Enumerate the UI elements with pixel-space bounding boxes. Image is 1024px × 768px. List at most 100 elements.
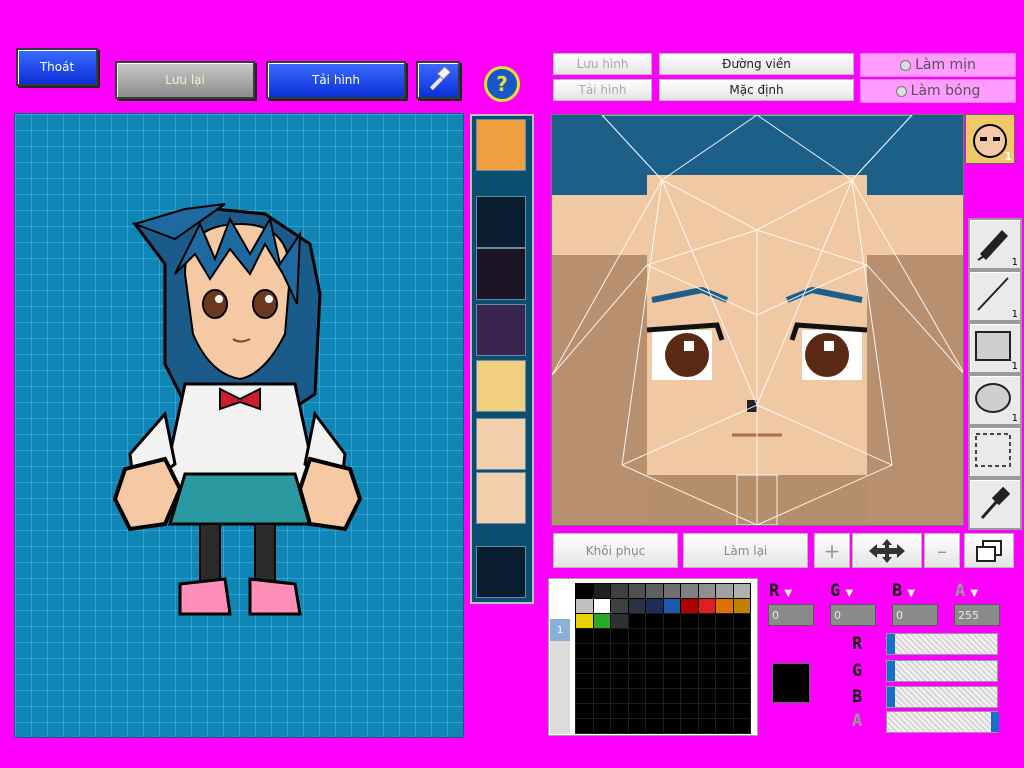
channel-g-input[interactable]: 0 [830, 604, 876, 626]
palette-swatch[interactable] [732, 613, 751, 629]
palette-swatch[interactable] [593, 599, 610, 613]
palette-swatch[interactable] [698, 584, 715, 598]
move-button[interactable] [852, 533, 922, 568]
palette-swatch[interactable] [662, 643, 681, 659]
palette-swatch[interactable] [697, 613, 716, 629]
channel-r-header[interactable]: R ▼ [769, 581, 819, 601]
palette-swatch[interactable] [576, 584, 593, 598]
palette-swatch[interactable] [592, 703, 611, 719]
palette-swatch[interactable] [732, 718, 751, 734]
slider-r[interactable] [886, 633, 998, 655]
help-button[interactable]: ? [484, 66, 520, 102]
palette-swatch[interactable] [662, 688, 681, 704]
palette-swatch[interactable] [628, 584, 645, 598]
palette-swatch[interactable] [680, 643, 699, 659]
selection-tool[interactable] [968, 426, 1022, 478]
rectangle-tool[interactable]: 1 [968, 322, 1022, 374]
channel-g-header[interactable]: G ▼ [830, 581, 880, 601]
palette-swatch[interactable] [576, 614, 593, 628]
palette-swatch[interactable] [662, 628, 681, 644]
palette-swatch[interactable] [662, 673, 681, 689]
palette-swatch[interactable] [732, 673, 751, 689]
palette-swatch[interactable] [627, 658, 646, 674]
line-tool[interactable]: 1 [968, 270, 1022, 322]
parts-list[interactable] [470, 114, 534, 604]
outline-button[interactable]: Đường viền [659, 53, 854, 75]
palette-swatch[interactable] [592, 673, 611, 689]
palette-swatch[interactable] [732, 688, 751, 704]
palette-swatch[interactable] [662, 718, 681, 734]
ellipse-tool[interactable]: 1 [968, 374, 1022, 426]
palette-swatch[interactable] [715, 613, 734, 629]
palette-swatch[interactable] [645, 613, 664, 629]
palette-swatch[interactable] [697, 628, 716, 644]
texture-editor[interactable] [551, 114, 964, 526]
palette-swatch[interactable] [627, 628, 646, 644]
palette-swatch[interactable] [697, 643, 716, 659]
palette-swatch[interactable] [732, 703, 751, 719]
palette-swatch[interactable] [732, 643, 751, 659]
slider-r-knob[interactable] [887, 634, 895, 654]
palette-swatch[interactable] [592, 688, 611, 704]
palette-swatch[interactable] [592, 658, 611, 674]
palette-swatch[interactable] [610, 643, 629, 659]
part-thumb-blonde-face[interactable] [476, 360, 526, 412]
palette-swatch[interactable] [733, 599, 750, 613]
palette-swatch[interactable] [732, 658, 751, 674]
zoom-out-button[interactable]: – [924, 533, 960, 568]
palette-swatch[interactable] [575, 658, 594, 674]
palette-swatch[interactable] [697, 658, 716, 674]
palette-swatch[interactable] [610, 628, 629, 644]
channel-r-input[interactable]: 0 [768, 604, 814, 626]
palette-swatch[interactable] [610, 673, 629, 689]
redo-button[interactable]: Làm lại [683, 533, 808, 568]
palette-swatch[interactable] [592, 628, 611, 644]
avatar[interactable]: 1 [965, 114, 1015, 164]
shine-option[interactable]: Làm bóng [860, 79, 1016, 103]
palette-swatch[interactable] [663, 584, 680, 598]
layers-button[interactable] [964, 533, 1014, 568]
palette-swatch[interactable] [716, 599, 733, 613]
palette-swatch[interactable] [697, 688, 716, 704]
palette-swatch[interactable] [715, 718, 734, 734]
palette-swatch[interactable] [592, 643, 611, 659]
palette-page-tabs[interactable]: 1 [550, 619, 570, 734]
palette-swatch[interactable] [610, 718, 629, 734]
smooth-radio[interactable] [900, 59, 912, 71]
slider-b[interactable] [886, 686, 998, 708]
palette-swatch[interactable] [680, 628, 699, 644]
palette-swatch[interactable] [627, 703, 646, 719]
palette-swatch[interactable] [680, 673, 699, 689]
palette-swatch[interactable] [576, 599, 593, 613]
part-thumb-hair[interactable] [476, 119, 526, 171]
part-thumb-empty[interactable] [476, 196, 526, 248]
restore-button[interactable]: Khôi phục [553, 533, 678, 568]
palette-swatch[interactable] [575, 673, 594, 689]
palette-swatch[interactable] [680, 613, 699, 629]
part-thumb-face[interactable] [476, 418, 526, 470]
palette-swatch[interactable] [610, 658, 629, 674]
palette-swatch[interactable] [611, 599, 628, 613]
zoom-in-button[interactable]: + [814, 533, 850, 568]
palette-swatch[interactable] [662, 703, 681, 719]
palette-swatch[interactable] [575, 628, 594, 644]
smooth-option[interactable]: Làm mịn [860, 53, 1016, 77]
palette-swatch[interactable] [698, 599, 715, 613]
palette-swatch[interactable] [715, 628, 734, 644]
palette-swatch[interactable] [645, 673, 664, 689]
palette-swatch[interactable] [593, 614, 610, 628]
shine-radio[interactable] [895, 85, 907, 97]
palette-swatch[interactable] [575, 718, 594, 734]
palette-swatch[interactable] [645, 658, 664, 674]
palette-swatch[interactable] [627, 643, 646, 659]
channel-a-header[interactable]: A ▼ [955, 581, 1005, 601]
part-thumb-face-2[interactable] [476, 472, 526, 524]
palette-grid[interactable] [575, 583, 751, 734]
palette-swatch[interactable] [627, 718, 646, 734]
palette-swatch[interactable] [593, 584, 610, 598]
palette-swatch[interactable] [628, 599, 645, 613]
palette-swatch[interactable] [697, 673, 716, 689]
palette-swatch[interactable] [610, 688, 629, 704]
channel-a-input[interactable]: 255 [954, 604, 1000, 626]
palette-swatch[interactable] [645, 688, 664, 704]
